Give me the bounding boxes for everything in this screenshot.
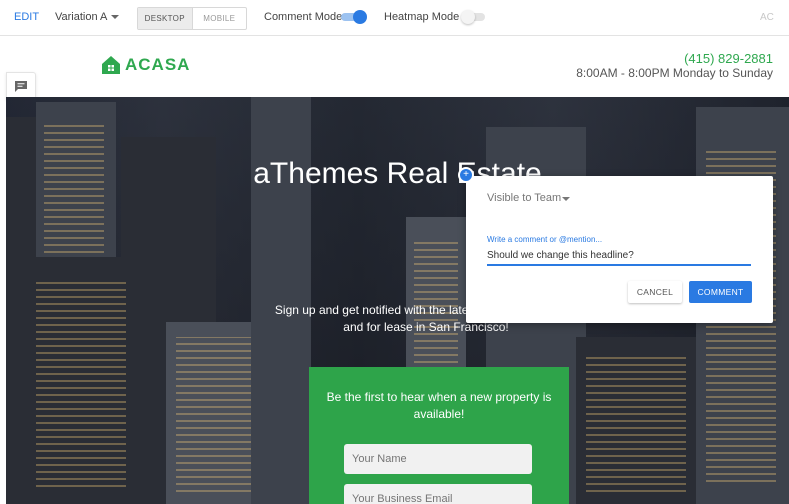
comment-input-label: Write a comment or @mention... bbox=[487, 235, 603, 244]
comment-pin-plus-icon[interactable]: + bbox=[458, 167, 474, 183]
business-hours: 8:00AM - 8:00PM Monday to Sunday bbox=[576, 66, 773, 80]
chevron-down-icon[interactable] bbox=[111, 15, 119, 19]
comment-popup: Visible to Team Write a comment or @ment… bbox=[466, 176, 773, 323]
mobile-tab[interactable]: MOBILE bbox=[193, 8, 247, 29]
variation-dropdown[interactable]: Variation A bbox=[55, 11, 107, 23]
cancel-button[interactable]: CANCEL bbox=[628, 281, 682, 303]
signup-title: Be the first to hear when a new property… bbox=[326, 390, 552, 421]
comment-mode-label: Comment Mode bbox=[264, 11, 343, 23]
comment-panel-button[interactable] bbox=[6, 72, 36, 100]
name-input[interactable] bbox=[344, 444, 532, 474]
comment-icon bbox=[15, 80, 27, 92]
email-input[interactable] bbox=[344, 484, 532, 504]
desktop-tab[interactable]: DESKTOP bbox=[138, 8, 193, 29]
chevron-down-icon[interactable] bbox=[562, 197, 570, 201]
house-logo-icon bbox=[102, 56, 120, 74]
device-switcher: DESKTOP MOBILE bbox=[137, 7, 247, 30]
visibility-dropdown[interactable]: Visible to Team bbox=[487, 192, 561, 204]
background-building bbox=[26, 257, 136, 504]
edit-link[interactable]: EDIT bbox=[14, 11, 39, 23]
submit-comment-button[interactable]: COMMENT bbox=[689, 281, 752, 303]
comment-input[interactable] bbox=[487, 246, 751, 266]
phone-number[interactable]: (415) 829-2881 bbox=[684, 51, 773, 66]
site-logo[interactable]: ACASA bbox=[101, 55, 190, 75]
signup-box: Be the first to hear when a new property… bbox=[309, 367, 569, 504]
toolbar-right-text: AC bbox=[760, 12, 774, 23]
site-header: ACASA (415) 829-2881 8:00AM - 8:00PM Mon… bbox=[6, 36, 789, 97]
background-building bbox=[576, 337, 696, 504]
comment-mode-toggle[interactable] bbox=[341, 10, 367, 24]
heatmap-mode-toggle[interactable] bbox=[461, 10, 487, 24]
logo-text: ACASA bbox=[125, 55, 191, 74]
editor-toolbar: EDIT Variation A DESKTOP MOBILE Comment … bbox=[0, 0, 789, 36]
heatmap-mode-label: Heatmap Mode bbox=[384, 11, 460, 23]
